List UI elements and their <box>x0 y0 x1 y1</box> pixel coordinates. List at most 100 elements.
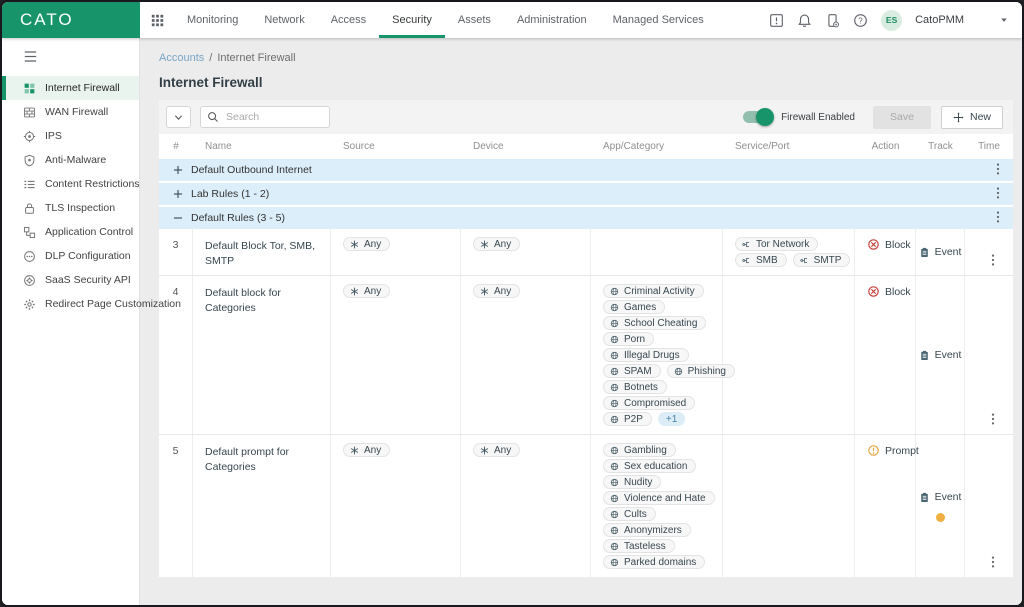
any-icon <box>480 240 489 249</box>
main-content: Accounts / Internet Firewall Internet Fi… <box>141 38 1022 605</box>
any-chip[interactable]: Any <box>343 284 391 298</box>
tasteless-chip[interactable]: Tasteless <box>603 539 675 553</box>
expand-icon[interactable] <box>173 165 183 175</box>
botnets-chip[interactable]: Botnets <box>603 380 667 394</box>
sidebar-item-saas-security-api[interactable]: SaaS Security API <box>2 268 139 292</box>
school-cheating-chip[interactable]: School Cheating <box>603 316 707 330</box>
row-menu-button[interactable] <box>986 555 1000 571</box>
sidebar-item-anti-malware[interactable]: Anti-Malware <box>2 148 139 172</box>
sidebar-item-content-restrictions[interactable]: Content Restrictions <box>2 172 140 196</box>
app-window: CATO Monitoring Network Access Security Asse… <box>0 0 1024 607</box>
device-status-icon[interactable] <box>825 13 840 28</box>
sidebar-item-wan-firewall[interactable]: WAN Firewall <box>2 100 139 124</box>
sex-education-chip[interactable]: Sex education <box>603 459 697 473</box>
compromised-chip[interactable]: Compromised <box>603 396 696 410</box>
nav-item-network[interactable]: Network <box>251 2 317 38</box>
rule-group-default-rules-3-5[interactable]: Default Rules (3 - 5) <box>159 207 1013 229</box>
sidebar-item-internet-firewall[interactable]: Internet Firewall <box>2 76 139 100</box>
more-chip[interactable]: +1 <box>657 412 686 426</box>
column-header-time: Time <box>978 141 1000 152</box>
sidebar-item-label: TLS Inspection <box>45 202 116 214</box>
collapse-icon[interactable] <box>173 213 183 223</box>
apps-grid-icon[interactable] <box>140 2 174 38</box>
track-status-dot <box>935 512 945 522</box>
sidebar-item-tls-inspection[interactable]: TLS Inspection <box>2 196 139 220</box>
nav-item-access[interactable]: Access <box>318 2 379 38</box>
category-icon <box>674 367 683 376</box>
any-chip[interactable]: Any <box>473 284 521 298</box>
help-icon[interactable]: ? <box>853 13 868 28</box>
sidebar-item-dlp-configuration[interactable]: DLP Configuration <box>2 244 139 268</box>
rules-table: # Name Source Device App/Category Service/Por… <box>159 134 1013 577</box>
violence-and-hate-chip[interactable]: Violence and Hate <box>603 491 715 505</box>
nav-item-monitoring[interactable]: Monitoring <box>174 2 251 38</box>
criminal-activity-chip[interactable]: Criminal Activity <box>603 284 704 298</box>
nav-item-administration[interactable]: Administration <box>504 2 600 38</box>
smtp-chip[interactable]: SMTP <box>792 253 851 267</box>
firewall-enabled-toggle[interactable] <box>743 108 775 126</box>
search-input[interactable] <box>200 106 330 128</box>
group-menu-button[interactable] <box>991 210 1005 226</box>
nav-item-managed-services[interactable]: Managed Services <box>600 2 717 38</box>
p2p-chip[interactable]: P2P <box>603 412 652 426</box>
any-chip[interactable]: Any <box>473 237 521 251</box>
category-icon <box>610 558 619 567</box>
firewall-rule-row[interactable]: 5 Default prompt for Categories Any Any … <box>159 435 1013 577</box>
any-chip[interactable]: Any <box>343 237 391 251</box>
spam-chip[interactable]: SPAM <box>603 364 661 378</box>
anonymizers-chip[interactable]: Anonymizers <box>603 523 691 537</box>
rule-device-cell: Any <box>461 276 591 434</box>
parked-domains-chip[interactable]: Parked domains <box>603 555 706 569</box>
rule-service-port-cell <box>723 276 855 434</box>
rule-number: 5 <box>159 435 193 577</box>
sidebar-item-redirect-page-customization[interactable]: Redirect Page Customization <box>2 292 181 316</box>
firewall-enabled-label: Firewall Enabled <box>781 111 855 123</box>
sidebar-item-ips[interactable]: IPS <box>2 124 139 148</box>
announcement-icon[interactable] <box>769 13 784 28</box>
prompt-icon <box>867 444 880 457</box>
rule-app-category-cell: Gambling Sex education Nudity Violence and … <box>591 435 723 577</box>
gambling-chip[interactable]: Gambling <box>603 443 676 457</box>
cults-chip[interactable]: Cults <box>603 507 656 521</box>
table-body: Default Outbound Internet Lab Rules (1 -… <box>159 159 1013 577</box>
firewall-rule-row[interactable]: 3 Default Block Tor, SMB, SMTP Any Any T… <box>159 229 1013 276</box>
nudity-chip[interactable]: Nudity <box>603 475 662 489</box>
nav-item-security[interactable]: Security <box>379 2 445 38</box>
save-button[interactable]: Save <box>873 105 931 129</box>
tor-network-chip[interactable]: Tor Network <box>735 237 819 251</box>
chip-label: Anonymizers <box>624 524 682 536</box>
porn-chip[interactable]: Porn <box>603 332 655 346</box>
notifications-icon[interactable] <box>797 13 812 28</box>
smb-chip[interactable]: SMB <box>735 253 787 267</box>
track-label: Event <box>934 349 962 361</box>
menu-toggle-icon[interactable] <box>23 50 38 63</box>
expand-icon[interactable] <box>173 189 183 199</box>
rule-group-default-outbound-internet[interactable]: Default Outbound Internet <box>159 159 1013 181</box>
games-chip[interactable]: Games <box>603 300 666 314</box>
chip-line: SPAM Phishing <box>603 364 735 378</box>
toolbar-actions: Firewall Enabled Save New <box>743 105 1003 129</box>
expand-collapse-button[interactable] <box>166 106 191 128</box>
group-menu-button[interactable] <box>991 162 1005 178</box>
account-name[interactable]: CatoPMM <box>915 14 964 26</box>
row-menu-button[interactable] <box>986 412 1000 428</box>
illegal-drugs-chip[interactable]: Illegal Drugs <box>603 348 689 362</box>
new-button[interactable]: New <box>941 105 1003 129</box>
sidebar-item-application-control[interactable]: Application Control <box>2 220 139 244</box>
brand-logo[interactable]: CATO <box>2 2 140 38</box>
nav-item-assets[interactable]: Assets <box>445 2 504 38</box>
sidebar-item-label: WAN Firewall <box>45 106 109 118</box>
rule-group-lab-rules-1-2[interactable]: Lab Rules (1 - 2) <box>159 183 1013 205</box>
category-icon <box>610 526 619 535</box>
breadcrumb-current: Internet Firewall <box>217 52 296 64</box>
any-chip[interactable]: Any <box>473 443 521 457</box>
service-icon <box>800 256 809 265</box>
group-menu-button[interactable] <box>991 186 1005 202</box>
row-menu-button[interactable] <box>986 253 1000 269</box>
avatar[interactable]: ES <box>881 9 903 31</box>
account-caret-icon[interactable] <box>999 15 1009 25</box>
firewall-rule-row[interactable]: 4 Default block for Categories Any Any C… <box>159 276 1013 435</box>
breadcrumb-accounts-link[interactable]: Accounts <box>159 52 204 64</box>
column-header-device: Device <box>473 141 504 152</box>
any-chip[interactable]: Any <box>343 443 391 457</box>
